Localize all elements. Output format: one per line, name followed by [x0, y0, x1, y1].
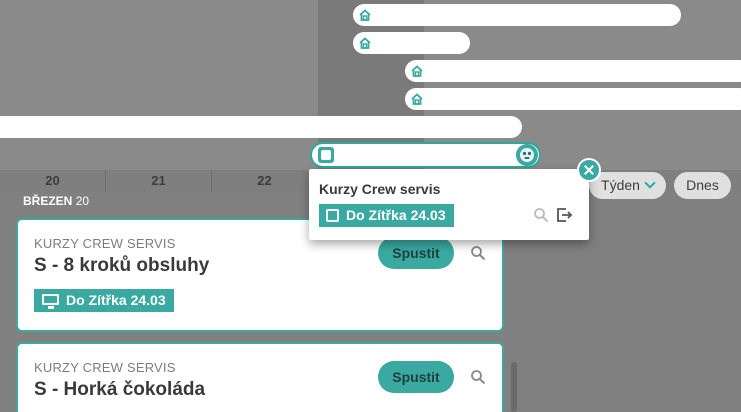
run-button[interactable]: Spustit [378, 237, 454, 269]
month-name: BŘEZEN [23, 194, 73, 208]
gantt-bar[interactable] [405, 60, 741, 82]
monitor-icon [42, 294, 59, 309]
popup-deadline-text: Do Zítřka 24.03 [346, 207, 446, 223]
course-square-icon [326, 209, 339, 222]
run-button[interactable]: Spustit [378, 361, 454, 393]
course-org: KURZY CREW SERVIS [34, 236, 176, 251]
popup-title: Kurzy Crew servis [319, 181, 441, 197]
gantt-bar[interactable] [0, 116, 522, 138]
close-popup-button[interactable] [577, 158, 601, 182]
week-view-dropdown[interactable]: Týden [589, 172, 666, 199]
course-square-icon [318, 147, 334, 163]
course-title: S - 8 kroků obsluhy [34, 255, 210, 276]
today-button[interactable]: Dnes [674, 172, 731, 199]
gantt-area [0, 0, 741, 170]
search-icon[interactable] [533, 207, 549, 223]
week-label: Týden [601, 177, 640, 193]
date-cell[interactable]: 22 [212, 170, 318, 192]
gantt-bar[interactable] [405, 88, 741, 110]
home-icon [411, 65, 423, 77]
search-icon[interactable] [470, 369, 486, 385]
scrollbar-thumb[interactable] [511, 362, 517, 412]
course-org: KURZY CREW SERVIS [34, 360, 176, 375]
open-course-icon[interactable] [555, 206, 573, 224]
course-card[interactable]: KURZY CREW SERVIS S - Horká čokoláda Spu… [16, 342, 504, 412]
deadline-text: Do Zítřka 24.03 [66, 292, 166, 308]
month-day: 20 [75, 194, 90, 208]
home-icon [411, 93, 423, 105]
chevron-down-icon [644, 177, 656, 189]
gantt-bar[interactable] [353, 32, 470, 54]
face-icon [516, 144, 538, 166]
home-icon [359, 37, 371, 49]
popup-deadline-badge: Do Zítřka 24.03 [319, 204, 454, 227]
course-title: S - Horká čokoláda [34, 379, 206, 400]
gantt-bar[interactable] [353, 4, 681, 26]
month-label: BŘEZEN 20 [23, 194, 89, 208]
selected-gantt-bar[interactable] [310, 142, 541, 168]
event-popup: Kurzy Crew servis Do Zítřka 24.03 [309, 169, 589, 240]
date-cell[interactable]: 20 [0, 170, 106, 192]
search-icon[interactable] [470, 245, 486, 261]
date-cell[interactable]: 21 [106, 170, 212, 192]
deadline-badge: Do Zítřka 24.03 [34, 289, 174, 312]
home-icon [359, 9, 371, 21]
